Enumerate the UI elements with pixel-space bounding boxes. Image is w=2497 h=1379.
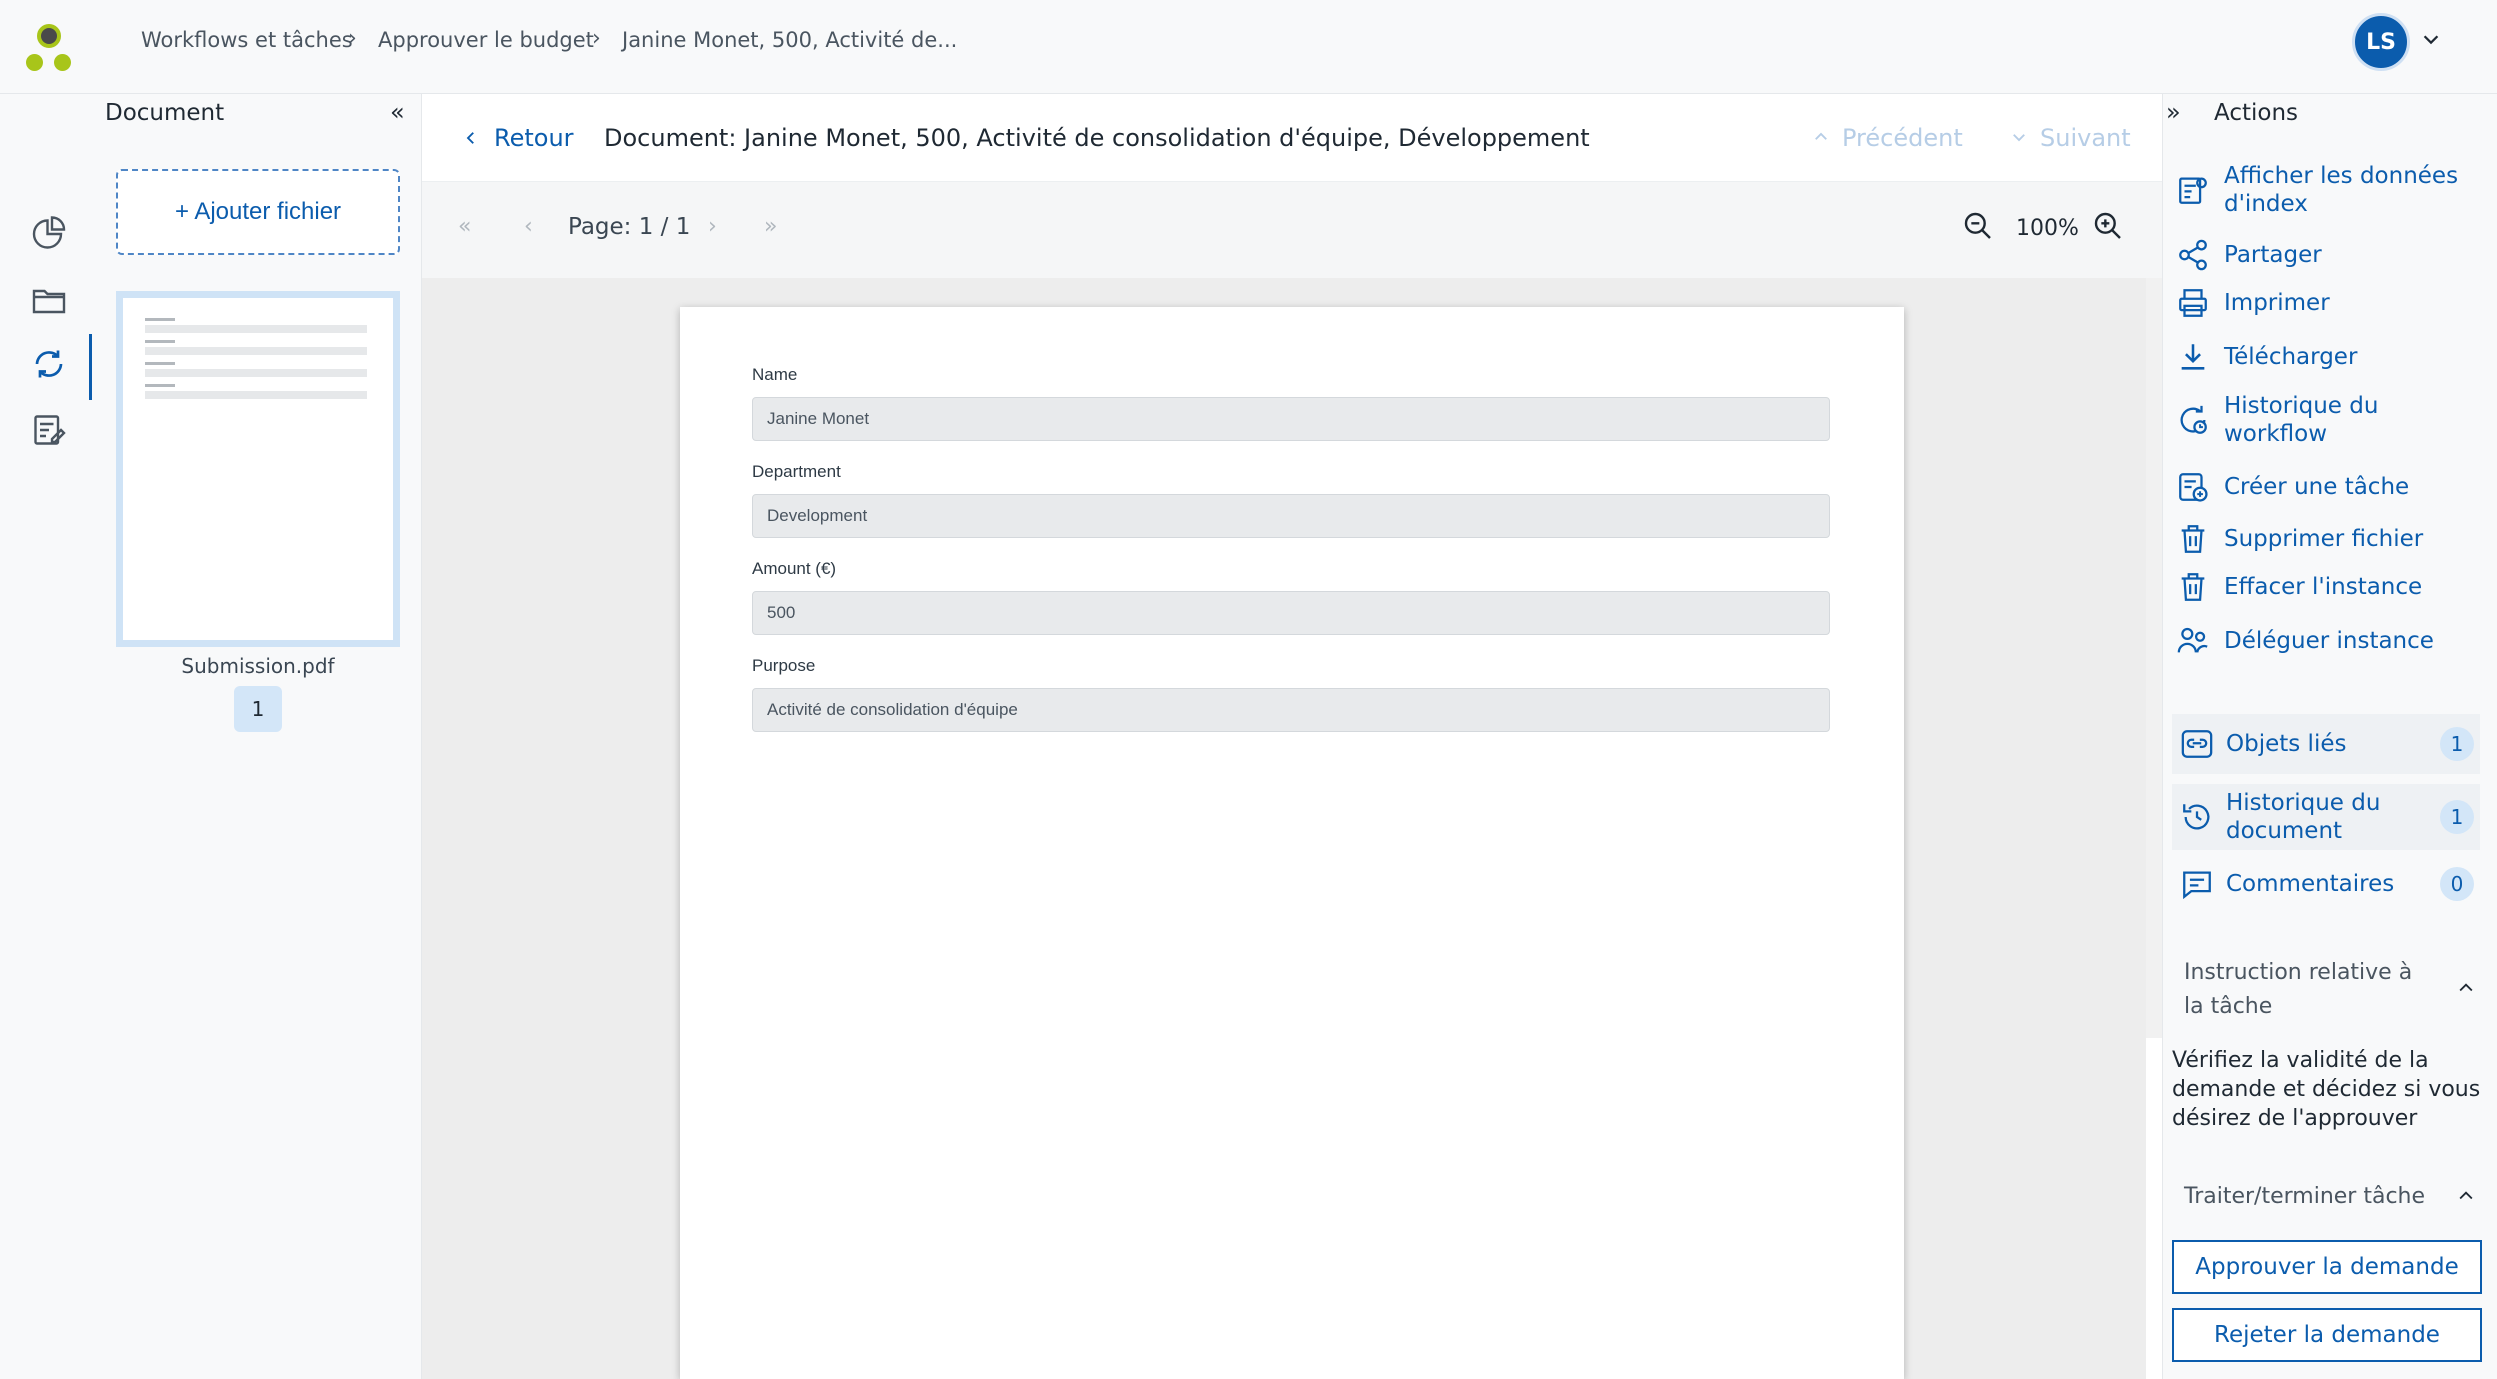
document-panel-title: Document xyxy=(105,100,225,126)
action-label: Partager xyxy=(2224,242,2322,268)
app-header: Workflows et tâches › Approuver le budge… xyxy=(0,0,2497,94)
previous-label: Précédent xyxy=(1842,124,1963,152)
first-page-icon[interactable]: « xyxy=(458,214,471,239)
chevron-up-icon xyxy=(1815,132,1827,140)
page-thumbnail[interactable] xyxy=(116,291,400,647)
next-page-icon[interactable]: › xyxy=(708,214,717,239)
action-delete-file[interactable]: Supprimer fichier xyxy=(2176,522,2423,556)
instruction-title: Instruction relative à la tâche xyxy=(2184,960,2413,1019)
comment-icon xyxy=(2183,871,2211,900)
chevron-left-icon xyxy=(466,132,474,144)
count-badge: 1 xyxy=(2440,800,2474,834)
field-value-amount: 500 xyxy=(752,591,1830,635)
field-label-department: Department xyxy=(752,462,841,481)
share-icon xyxy=(2179,239,2207,271)
tasks-icon[interactable] xyxy=(31,412,67,448)
link-icon xyxy=(2181,730,2213,758)
delegate-icon xyxy=(2177,627,2208,653)
expand-right-icon[interactable]: » xyxy=(2166,98,2181,126)
approve-request-button[interactable]: Approuver la demande xyxy=(2172,1240,2482,1294)
action-download[interactable]: Télécharger xyxy=(2176,340,2357,374)
count-badge: 1 xyxy=(2440,727,2474,761)
count-badge: 0 xyxy=(2440,867,2474,901)
print-icon xyxy=(2179,289,2207,317)
chevron-up-icon[interactable] xyxy=(2456,1186,2476,1212)
back-label: Retour xyxy=(494,124,574,152)
document-title: Document: Janine Monet, 500, Activité de… xyxy=(604,124,1590,152)
breadcrumb-current: Janine Monet, 500, Activité de... xyxy=(622,28,958,52)
action-index-data[interactable]: Afficher les données d'index xyxy=(2176,162,2464,218)
zoom-in-icon[interactable] xyxy=(2092,210,2124,242)
document-panel xyxy=(92,94,422,1379)
zoom-level: 100% xyxy=(2016,216,2079,241)
left-rail xyxy=(0,94,92,1379)
document-page: Name Janine Monet Department Development… xyxy=(680,307,1904,1379)
action-label: Historique du workflow xyxy=(2224,393,2379,447)
download-icon xyxy=(2181,344,2205,370)
field-label-purpose: Purpose xyxy=(752,656,816,675)
breadcrumb-workflows[interactable]: Workflows et tâches xyxy=(141,28,353,52)
reject-request-button[interactable]: Rejeter la demande xyxy=(2172,1308,2482,1362)
page-indicator: Page: 1 / 1 xyxy=(568,214,691,240)
action-delegate-instance[interactable]: Déléguer instance xyxy=(2176,624,2434,658)
back-button[interactable]: Retour xyxy=(462,124,574,152)
field-value-department: Development xyxy=(752,494,1830,538)
action-label: Déléguer instance xyxy=(2224,628,2434,654)
chevron-down-icon[interactable] xyxy=(2420,28,2442,55)
create-task-icon xyxy=(2179,473,2208,502)
actions-title: Actions xyxy=(2214,100,2299,126)
related-label: Objets liés xyxy=(2226,731,2347,757)
history-icon xyxy=(2183,804,2210,830)
trash-icon xyxy=(2181,573,2205,601)
action-label: Télécharger xyxy=(2224,344,2358,370)
last-page-icon[interactable]: » xyxy=(764,214,777,239)
action-label: Effacer l'instance xyxy=(2224,574,2423,600)
trash-icon xyxy=(2181,525,2205,553)
folder-icon[interactable] xyxy=(31,282,67,318)
chevron-down-icon xyxy=(2013,134,2025,142)
workflow-icon[interactable] xyxy=(31,346,67,382)
next-label: Suivant xyxy=(2040,124,2131,152)
page-number-badge[interactable]: 1 xyxy=(234,686,282,732)
related-label: Historique du document xyxy=(2226,790,2381,844)
action-create-task[interactable]: Créer une tâche xyxy=(2176,470,2409,504)
user-avatar[interactable]: LS xyxy=(2352,13,2410,71)
action-share[interactable]: Partager xyxy=(2176,238,2322,272)
collapse-left-icon[interactable]: « xyxy=(390,98,405,126)
add-file-button[interactable]: + Ajouter fichier xyxy=(116,169,400,255)
instruction-text: Vérifiez la validité de la demande et dé… xyxy=(2172,1048,2481,1131)
field-label-amount: Amount (€) xyxy=(752,559,837,578)
related-comments[interactable]: Commentaires 0 xyxy=(2172,854,2480,914)
dashboard-icon[interactable] xyxy=(31,216,67,252)
zoom-out-icon[interactable] xyxy=(1962,210,1994,242)
field-label-name: Name xyxy=(752,365,798,384)
action-workflow-history[interactable]: Historique du workflow xyxy=(2176,392,2404,448)
previous-button[interactable]: Précédent xyxy=(1812,124,1963,152)
viewer-scrollbar[interactable] xyxy=(2146,278,2162,1038)
next-button[interactable]: Suivant xyxy=(2010,124,2131,152)
related-label: Commentaires xyxy=(2226,871,2395,897)
field-value-purpose: Activité de consolidation d'équipe xyxy=(752,688,1830,732)
action-print[interactable]: Imprimer xyxy=(2176,286,2330,320)
field-value-name: Janine Monet xyxy=(752,397,1830,441)
action-label: Imprimer xyxy=(2224,290,2330,316)
workflow-history-icon xyxy=(2180,405,2207,434)
action-label: Supprimer fichier xyxy=(2224,526,2424,552)
breadcrumb-budget[interactable]: Approuver le budget xyxy=(378,28,594,52)
action-label: Créer une tâche xyxy=(2224,474,2410,500)
action-label: Afficher les données d'index xyxy=(2224,163,2459,217)
process-task-title: Traiter/terminer tâche xyxy=(2184,1184,2426,1209)
related-document-history[interactable]: Historique du document 1 xyxy=(2172,784,2480,850)
index-data-icon xyxy=(2179,177,2207,204)
related-linked-objects[interactable]: Objets liés 1 xyxy=(2172,714,2480,774)
prev-page-icon[interactable]: ‹ xyxy=(524,214,533,239)
file-name: Submission.pdf xyxy=(181,654,335,678)
breadcrumb-separator: › xyxy=(592,26,601,51)
action-clear-instance[interactable]: Effacer l'instance xyxy=(2176,570,2422,604)
breadcrumb-separator: › xyxy=(348,26,357,51)
chevron-up-icon[interactable] xyxy=(2456,978,2476,1004)
